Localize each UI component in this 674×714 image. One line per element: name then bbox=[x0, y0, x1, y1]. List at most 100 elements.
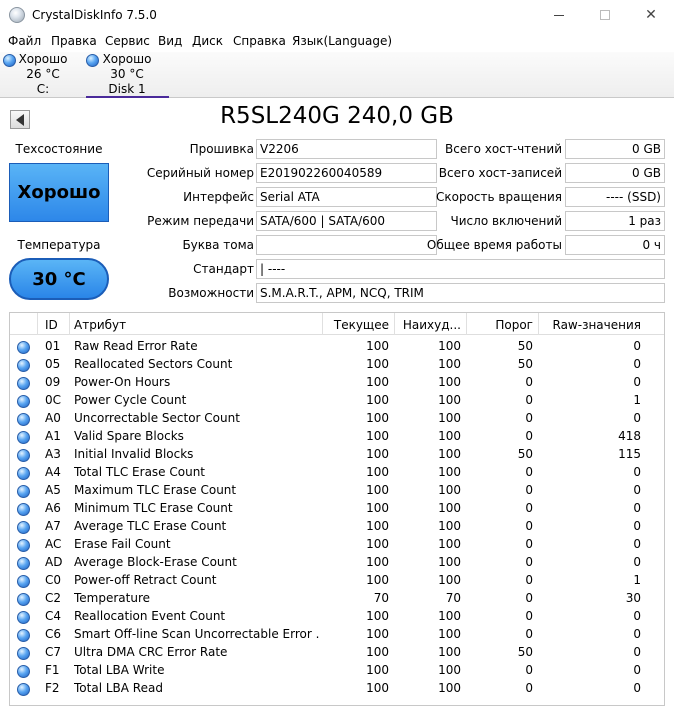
current-value: 100 bbox=[366, 501, 389, 515]
table-row[interactable]: 01 Raw Read Error Rate 100 100 50 0 bbox=[10, 338, 664, 356]
table-row[interactable]: A7 Average TLC Erase Count 100 100 0 0 bbox=[10, 518, 664, 536]
maximize-icon bbox=[600, 10, 610, 20]
status-good-icon bbox=[17, 341, 30, 354]
rotation-speed-value: ---- (SSD) bbox=[565, 187, 665, 207]
worst-value: 100 bbox=[438, 411, 461, 425]
disk-tab-1[interactable]: Хорошо 30 °C Disk 1 bbox=[84, 52, 170, 98]
disk-label: Disk 1 bbox=[108, 82, 146, 96]
table-row[interactable]: AC Erase Fail Count 100 100 0 0 bbox=[10, 536, 664, 554]
disk-status: Хорошо bbox=[18, 52, 68, 66]
window-title: CrystalDiskInfo 7.5.0 bbox=[32, 8, 157, 22]
current-value: 70 bbox=[373, 591, 389, 605]
attribute-id: AD bbox=[45, 555, 63, 569]
worst-value: 100 bbox=[438, 537, 461, 551]
raw-value: 0 bbox=[633, 627, 641, 641]
table-row[interactable]: A1 Valid Spare Blocks 100 100 0 418 bbox=[10, 428, 664, 446]
header-id[interactable]: ID bbox=[45, 318, 58, 332]
table-row[interactable]: C4 Reallocation Event Count 100 100 0 0 bbox=[10, 608, 664, 626]
maximize-button[interactable] bbox=[582, 0, 628, 30]
table-row[interactable]: A5 Maximum TLC Erase Count 100 100 0 0 bbox=[10, 482, 664, 500]
raw-value: 0 bbox=[633, 375, 641, 389]
disk-status: Хорошо bbox=[102, 52, 152, 66]
menu-view[interactable]: Вид bbox=[158, 34, 182, 48]
status-good-icon bbox=[17, 647, 30, 660]
host-writes-value: 0 GB bbox=[565, 163, 665, 183]
table-row[interactable]: AD Average Block-Erase Count 100 100 0 0 bbox=[10, 554, 664, 572]
table-row[interactable]: 09 Power-On Hours 100 100 0 0 bbox=[10, 374, 664, 392]
app-disk-icon bbox=[9, 7, 25, 23]
threshold-value: 0 bbox=[525, 465, 533, 479]
menu-edit[interactable]: Правка bbox=[51, 34, 97, 48]
status-good-icon bbox=[17, 557, 30, 570]
table-row[interactable]: C0 Power-off Retract Count 100 100 0 1 bbox=[10, 572, 664, 590]
status-good-icon bbox=[17, 593, 30, 606]
menu-disk[interactable]: Диск bbox=[192, 34, 223, 48]
threshold-value: 50 bbox=[517, 339, 533, 353]
worst-value: 100 bbox=[438, 573, 461, 587]
disk-tab-c[interactable]: Хорошо 26 °C C: bbox=[0, 52, 80, 98]
table-row[interactable]: 05 Reallocated Sectors Count 100 100 50 0 bbox=[10, 356, 664, 374]
close-button[interactable]: ✕ bbox=[628, 0, 674, 30]
header-worst[interactable]: Наихуд... bbox=[394, 318, 461, 332]
features-value: S.M.A.R.T., APM, NCQ, TRIM bbox=[256, 283, 665, 303]
menu-language[interactable]: Язык(Language) bbox=[292, 34, 392, 48]
power-on-hours-label: Общее время работы bbox=[426, 238, 562, 252]
threshold-value: 0 bbox=[525, 627, 533, 641]
standard-value: | ---- bbox=[256, 259, 665, 279]
attribute-id: C0 bbox=[45, 573, 62, 587]
previous-disk-button[interactable] bbox=[10, 110, 30, 129]
current-value: 100 bbox=[366, 411, 389, 425]
serial-label: Серийный номер bbox=[146, 166, 254, 180]
attribute-id: A5 bbox=[45, 483, 61, 497]
health-status-button[interactable]: Хорошо bbox=[9, 163, 109, 222]
raw-value: 0 bbox=[633, 483, 641, 497]
raw-value: 0 bbox=[633, 663, 641, 677]
table-row[interactable]: A6 Minimum TLC Erase Count 100 100 0 0 bbox=[10, 500, 664, 518]
minimize-button[interactable] bbox=[536, 0, 582, 30]
status-good-icon bbox=[17, 665, 30, 678]
firmware-value: V2206 bbox=[256, 139, 437, 159]
host-reads-value: 0 GB bbox=[565, 139, 665, 159]
table-header: ID Атрибут Текущее Наихуд... Порог Raw-з… bbox=[10, 313, 664, 335]
table-row[interactable]: A0 Uncorrectable Sector Count 100 100 0 0 bbox=[10, 410, 664, 428]
serial-value: E201902260040589 bbox=[256, 163, 437, 183]
disk-status-icon bbox=[3, 54, 16, 67]
worst-value: 100 bbox=[438, 375, 461, 389]
raw-value: 1 bbox=[633, 573, 641, 587]
header-attribute[interactable]: Атрибут bbox=[74, 318, 126, 332]
attribute-id: 0C bbox=[45, 393, 62, 407]
current-value: 100 bbox=[366, 465, 389, 479]
interface-value: Serial ATA bbox=[256, 187, 437, 207]
table-row[interactable]: C6 Smart Off-line Scan Uncorrectable Erro… bbox=[10, 626, 664, 644]
menu-help[interactable]: Справка bbox=[233, 34, 286, 48]
header-current[interactable]: Текущее bbox=[322, 318, 389, 332]
header-raw-values[interactable]: Raw-значения bbox=[538, 318, 642, 332]
menu-service[interactable]: Сервис bbox=[105, 34, 150, 48]
current-value: 100 bbox=[366, 663, 389, 677]
table-row[interactable]: A3 Initial Invalid Blocks 100 100 50 115 bbox=[10, 446, 664, 464]
table-row[interactable]: C2 Temperature 70 70 0 30 bbox=[10, 590, 664, 608]
status-good-icon bbox=[17, 395, 30, 408]
attribute-name: Smart Off-line Scan Uncorrectable Error … bbox=[74, 627, 319, 641]
features-label: Возможности bbox=[168, 286, 254, 300]
table-row[interactable]: C7 Ultra DMA CRC Error Rate 100 100 50 0 bbox=[10, 644, 664, 662]
raw-value: 0 bbox=[633, 339, 641, 353]
status-good-icon bbox=[17, 359, 30, 372]
table-row[interactable]: 0C Power Cycle Count 100 100 0 1 bbox=[10, 392, 664, 410]
current-value: 100 bbox=[366, 645, 389, 659]
header-threshold[interactable]: Порог bbox=[466, 318, 533, 332]
worst-value: 100 bbox=[438, 393, 461, 407]
status-good-icon bbox=[17, 521, 30, 534]
attribute-id: 05 bbox=[45, 357, 61, 371]
table-row[interactable]: F1 Total LBA Write 100 100 0 0 bbox=[10, 662, 664, 680]
attribute-name: Average Block-Erase Count bbox=[74, 555, 237, 569]
raw-value: 0 bbox=[633, 519, 641, 533]
table-row[interactable]: F2 Total LBA Read 100 100 0 0 bbox=[10, 680, 664, 698]
threshold-value: 0 bbox=[525, 537, 533, 551]
attribute-name: Initial Invalid Blocks bbox=[74, 447, 194, 461]
threshold-value: 0 bbox=[525, 429, 533, 443]
menu-file[interactable]: Файл bbox=[8, 34, 41, 48]
transfer-mode-label: Режим передачи bbox=[147, 214, 254, 228]
table-row[interactable]: A4 Total TLC Erase Count 100 100 0 0 bbox=[10, 464, 664, 482]
worst-value: 100 bbox=[438, 357, 461, 371]
